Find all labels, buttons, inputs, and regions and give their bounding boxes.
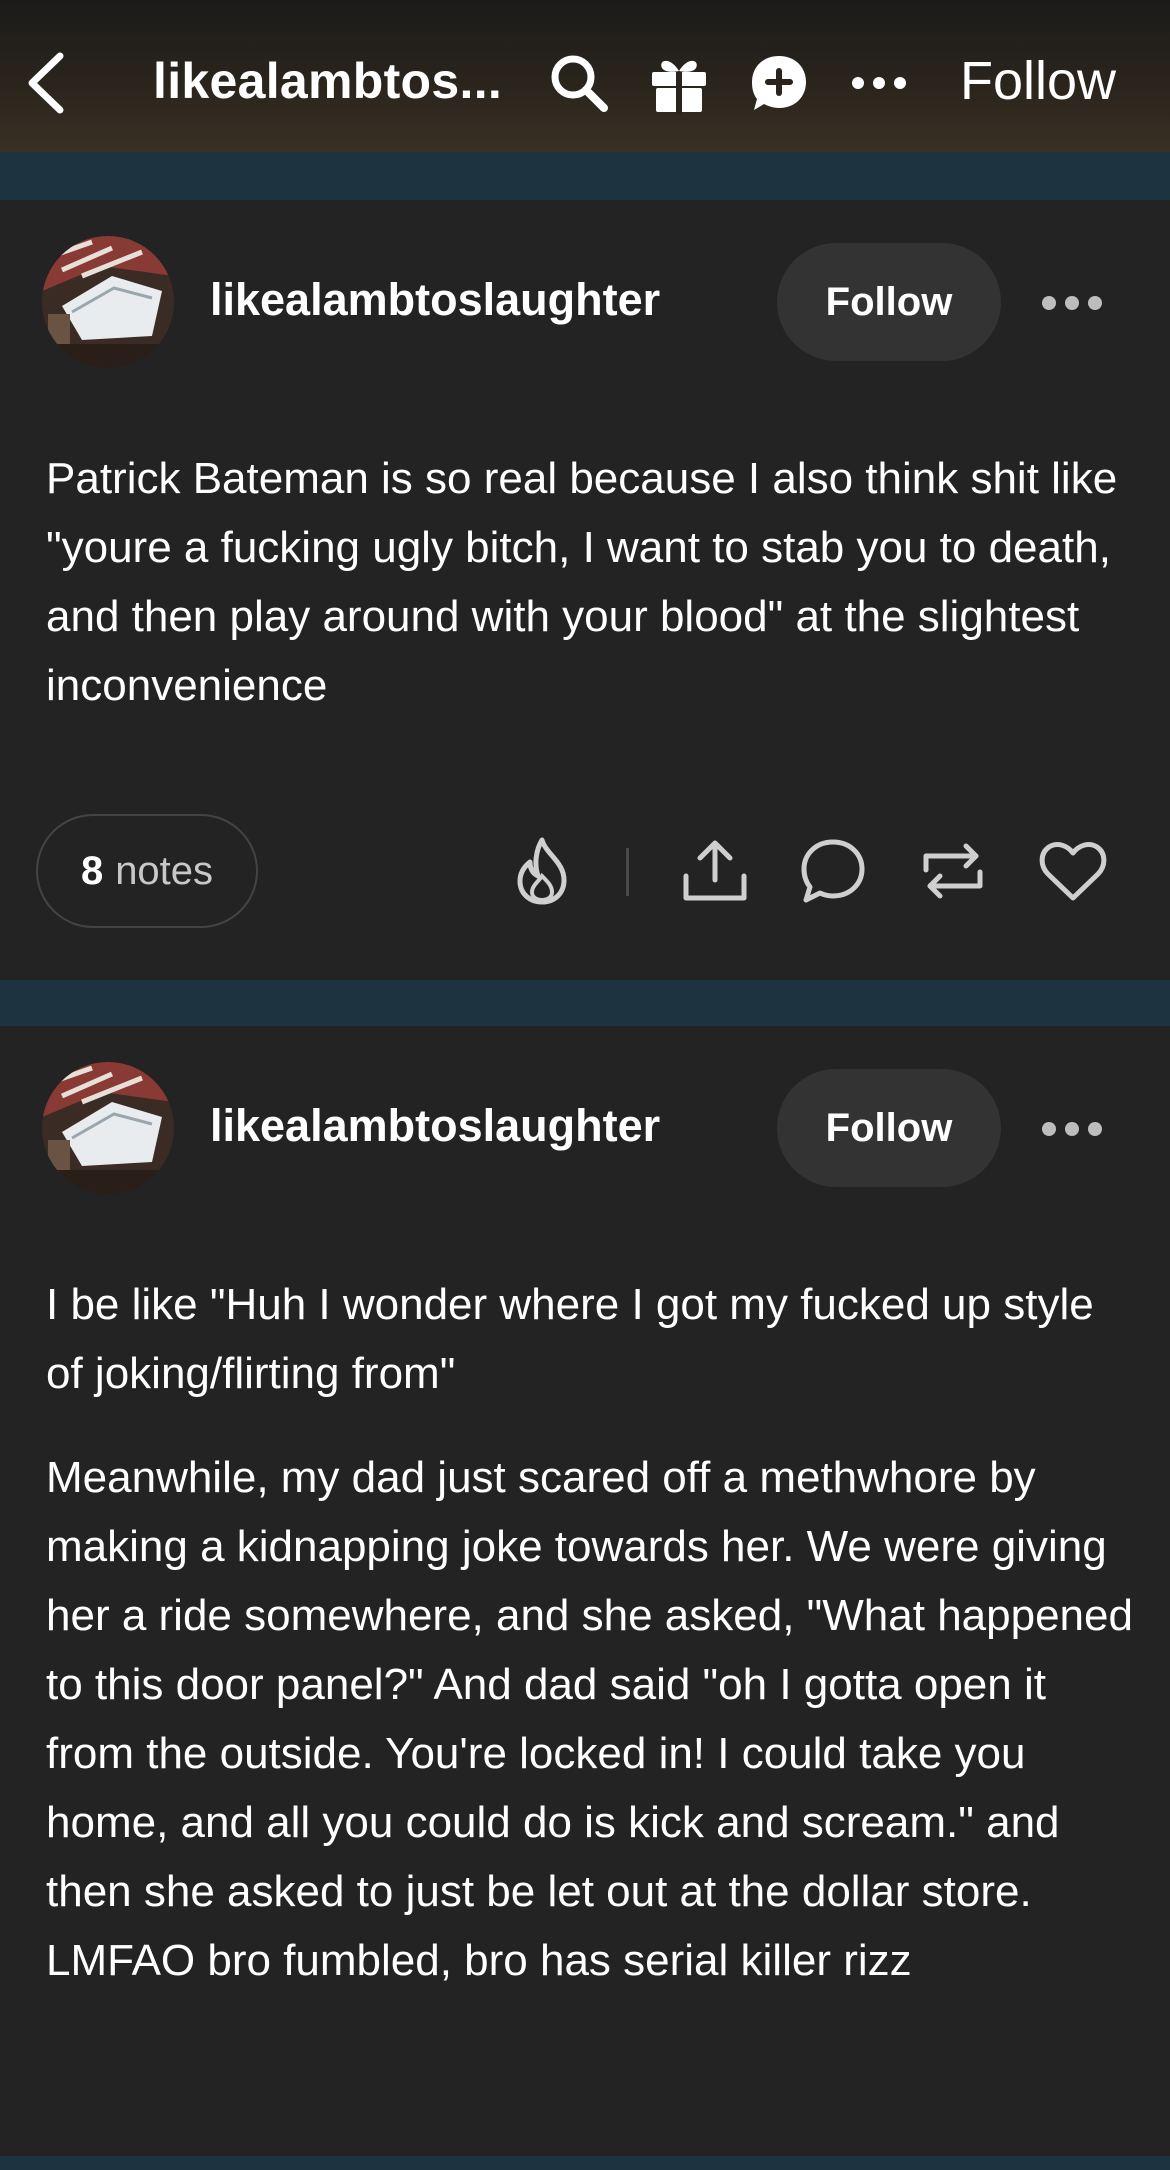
- blaze-flame-icon[interactable]: [508, 836, 578, 906]
- action-divider: [626, 848, 629, 896]
- avatar[interactable]: [42, 1062, 174, 1194]
- post-paragraph: Meanwhile, my dad just scared off a meth…: [46, 1453, 1133, 1985]
- separator-strip: [0, 2156, 1170, 2170]
- post-body: I be like "Huh I wonder where I got my f…: [46, 1270, 1136, 2030]
- search-icon[interactable]: [548, 52, 610, 114]
- notes-label: notes: [115, 848, 214, 893]
- follow-button[interactable]: Follow: [777, 1069, 1001, 1187]
- separator-strip: [0, 152, 1170, 200]
- reblog-icon[interactable]: [918, 836, 988, 906]
- notes-button[interactable]: 8 notes: [36, 814, 258, 928]
- post-username[interactable]: likealambtoslaughter: [210, 1100, 660, 1152]
- back-chevron-icon[interactable]: [24, 50, 70, 116]
- separator-strip: [0, 980, 1170, 1026]
- gift-icon[interactable]: [648, 52, 710, 114]
- notes-count: 8: [80, 848, 104, 893]
- post-card: likealambtoslaughter Follow Patrick Bate…: [0, 200, 1170, 980]
- post-card: likealambtoslaughter Follow I be like "H…: [0, 1026, 1170, 2156]
- top-navigation-bar: likealambtos... Follow: [0, 0, 1170, 152]
- post-body: Patrick Bateman is so real because I als…: [46, 444, 1136, 755]
- post-more-options-icon[interactable]: [1040, 292, 1104, 314]
- avatar[interactable]: [42, 236, 174, 368]
- follow-blog-button[interactable]: Follow: [960, 50, 1116, 112]
- follow-button[interactable]: Follow: [777, 243, 1001, 361]
- blog-title[interactable]: likealambtos...: [153, 52, 513, 110]
- post-username[interactable]: likealambtoslaughter: [210, 274, 660, 326]
- like-heart-icon[interactable]: [1038, 836, 1108, 906]
- new-post-plus-icon[interactable]: [748, 52, 810, 114]
- post-paragraph: I be like "Huh I wonder where I got my f…: [46, 1280, 1094, 1398]
- share-icon[interactable]: [680, 836, 750, 906]
- post-more-options-icon[interactable]: [1040, 1118, 1104, 1140]
- more-dots-icon[interactable]: [848, 52, 910, 114]
- post-paragraph: Patrick Bateman is so real because I als…: [46, 454, 1118, 710]
- reply-comment-icon[interactable]: [798, 836, 868, 906]
